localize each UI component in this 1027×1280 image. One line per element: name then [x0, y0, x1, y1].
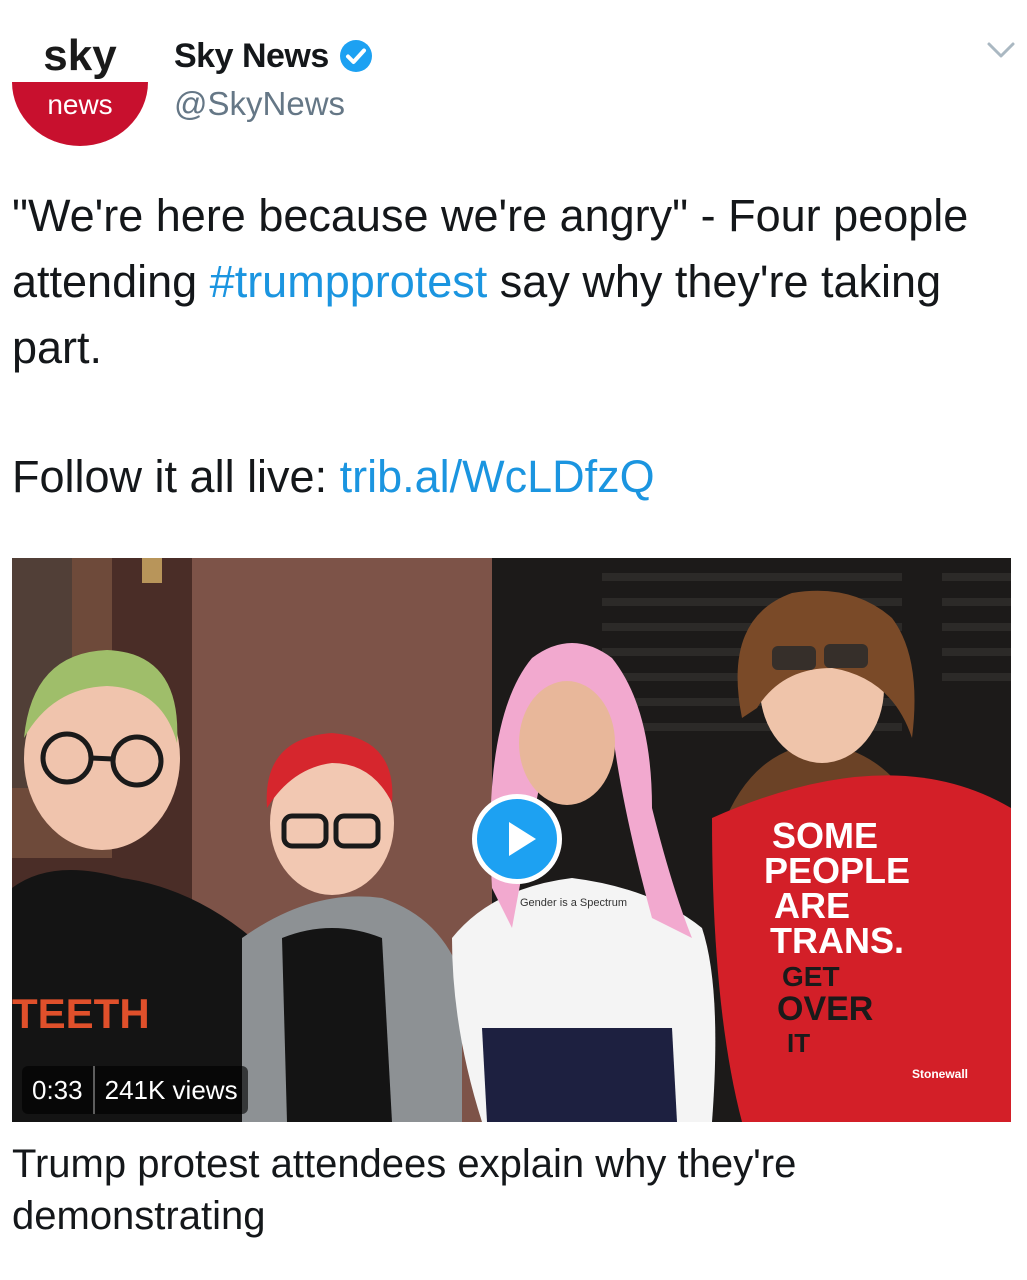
video-meta: 0:33 241K views	[22, 1066, 248, 1114]
tweet-paragraph-1: "We're here because we're angry" - Four …	[12, 183, 1012, 381]
handle[interactable]: @SkyNews	[174, 84, 373, 124]
svg-text:Stonewall: Stonewall	[912, 1067, 968, 1081]
sky-news-avatar[interactable]: sky news	[10, 20, 150, 146]
avatar-logo-sky: sky	[43, 31, 117, 80]
video-views: 241K views	[104, 1075, 238, 1105]
follow-link[interactable]: trib.al/WcLDfzQ	[340, 451, 655, 502]
chevron-down-icon[interactable]	[985, 36, 1017, 64]
tweet: sky news Sky News @SkyNews "We're here b…	[0, 0, 1027, 1280]
left-shirt-text: TEETH	[12, 990, 150, 1037]
tweet-text: "We're here because we're angry" - Four …	[12, 183, 1012, 510]
play-icon[interactable]	[472, 794, 562, 884]
video-duration: 0:33	[32, 1075, 83, 1105]
center-shirt-text: Gender is a Spectrum	[520, 897, 627, 909]
hashtag-link[interactable]: #trumpprotest	[210, 256, 488, 307]
svg-text:GET: GET	[782, 961, 840, 992]
follow-prefix: Follow it all live:	[12, 451, 340, 502]
avatar-logo-news: news	[47, 89, 112, 120]
tweet-paragraph-2: Follow it all live: trib.al/WcLDfzQ	[12, 444, 1012, 510]
svg-text:TRANS.: TRANS.	[770, 920, 904, 961]
verified-badge-icon	[339, 39, 373, 73]
author-block: Sky News @SkyNews	[174, 36, 373, 124]
name-row: Sky News	[174, 36, 373, 76]
svg-text:OVER: OVER	[777, 990, 873, 1028]
video-player[interactable]: TEETH Gender is a Spectrum SOME PEOPLE A…	[12, 558, 1011, 1122]
svg-text:IT: IT	[787, 1028, 810, 1058]
card-title[interactable]: Trump protest attendees explain why they…	[12, 1138, 1002, 1242]
display-name[interactable]: Sky News	[174, 36, 329, 76]
